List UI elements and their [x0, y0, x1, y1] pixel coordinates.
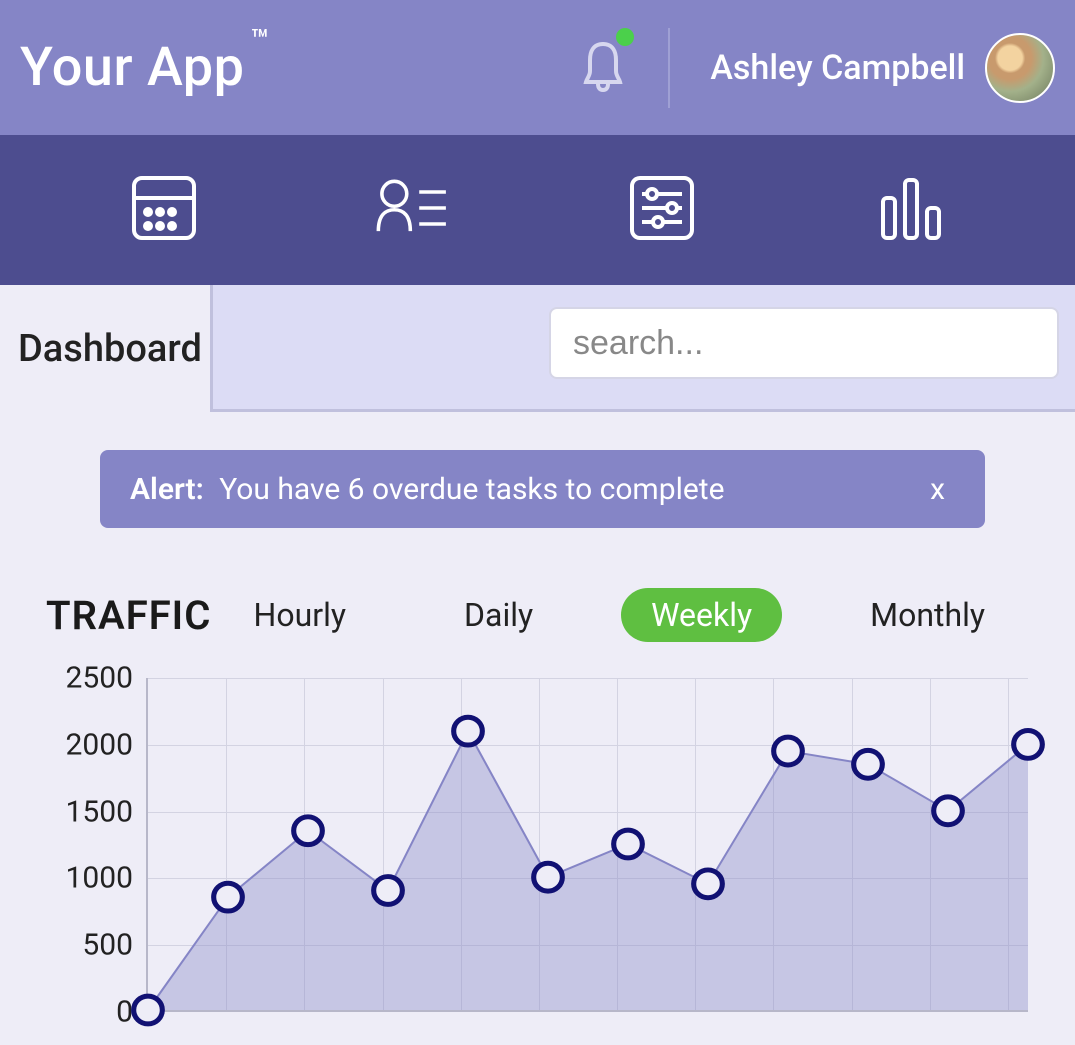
- header-divider: [668, 28, 670, 108]
- chart-y-axis: 05001000150020002500: [46, 672, 141, 1022]
- chart-point[interactable]: [294, 817, 323, 845]
- avatar[interactable]: [985, 33, 1055, 103]
- page-title: Dashboard: [18, 327, 202, 371]
- app-header: Your App™ Ashley Campbell: [0, 0, 1075, 135]
- chart-point[interactable]: [854, 750, 883, 778]
- traffic-tab-daily[interactable]: Daily: [434, 588, 563, 642]
- chart-point[interactable]: [774, 737, 803, 765]
- bell-icon: [578, 78, 628, 97]
- traffic-header: TRAFFIC Hourly Daily Weekly Monthly: [0, 528, 1075, 642]
- search-input[interactable]: [549, 307, 1059, 379]
- page-title-wrap: Dashboard: [0, 285, 210, 412]
- settings-panel-icon: [622, 233, 702, 252]
- trademark: ™: [251, 23, 270, 58]
- app-title-text: Your App: [20, 36, 245, 99]
- alert-prefix: Alert:: [130, 472, 204, 507]
- alert-banner: Alert: You have 6 overdue tasks to compl…: [100, 450, 985, 528]
- notification-unread-dot: [616, 28, 634, 46]
- chart-point[interactable]: [1014, 730, 1043, 758]
- chart-point[interactable]: [454, 717, 483, 745]
- alert-text: Alert: You have 6 overdue tasks to compl…: [130, 472, 920, 507]
- alert-message: You have 6 overdue tasks to complete: [219, 472, 724, 507]
- chart-y-tick: 1500: [66, 794, 133, 829]
- stats-icon: [871, 233, 951, 252]
- nav-stats[interactable]: [871, 168, 951, 252]
- contacts-icon: [373, 233, 453, 252]
- app-title: Your App™: [20, 36, 270, 99]
- traffic-chart: 05001000150020002500: [46, 672, 1028, 1022]
- chart-y-tick: 2500: [66, 661, 133, 696]
- traffic-tab-hourly[interactable]: Hourly: [224, 588, 376, 642]
- chart-y-tick: 2000: [66, 727, 133, 762]
- chart-point[interactable]: [374, 877, 403, 905]
- traffic-tabs: Hourly Daily Weekly Monthly: [224, 588, 1015, 642]
- chart-plot-area: [146, 678, 1028, 1012]
- traffic-tab-monthly[interactable]: Monthly: [840, 588, 1015, 642]
- traffic-tab-weekly[interactable]: Weekly: [621, 588, 782, 642]
- chart-y-tick: 500: [82, 928, 133, 963]
- chart-point[interactable]: [134, 996, 163, 1024]
- chart-point[interactable]: [614, 830, 643, 858]
- user-name[interactable]: Ashley Campbell: [710, 48, 965, 88]
- sub-header: Dashboard: [0, 285, 1075, 412]
- alert-close-button[interactable]: x: [920, 468, 955, 511]
- search-area: [210, 285, 1075, 412]
- nav-dates[interactable]: [124, 168, 204, 252]
- chart-point[interactable]: [214, 883, 243, 911]
- chart-y-tick: 0: [116, 995, 133, 1030]
- chart-y-tick: 1000: [66, 861, 133, 896]
- nav-settings-panel[interactable]: [622, 168, 702, 252]
- notifications-button[interactable]: [578, 38, 628, 97]
- dates-icon: [124, 233, 204, 252]
- nav-bar: [0, 135, 1075, 285]
- chart-point[interactable]: [534, 863, 563, 891]
- nav-contacts[interactable]: [373, 168, 453, 252]
- chart-point[interactable]: [934, 797, 963, 825]
- traffic-title: TRAFFIC: [46, 592, 211, 639]
- chart-point[interactable]: [694, 870, 723, 898]
